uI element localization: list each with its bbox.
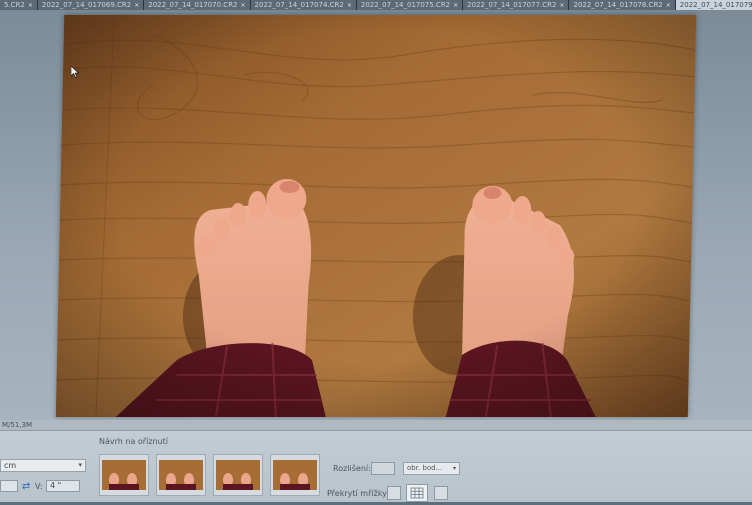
tab-label: 2022_07_14_017077.CR2 [467,1,557,9]
grid-icon [410,487,424,499]
document-tab[interactable]: 2022_07_14_017070.CR2 × [144,0,251,10]
height-value: 4 " [50,481,62,490]
resolution-unit-value: obr. bod... [407,464,443,472]
tab-label: 2022_07_14_017070.CR2 [148,1,238,9]
grid-overlay-label: Překrytí mřížky: [327,489,389,498]
crop-suggestion-thumb[interactable] [213,454,263,496]
thumb-image [273,460,317,490]
document-tab-active[interactable]: 2022_07_14_017079.CR2 @ 28 [675,0,752,10]
mouse-pointer-icon [71,66,79,78]
grid-none-button[interactable] [387,486,401,500]
document-canvas[interactable] [0,10,752,422]
grid-fine-button[interactable] [434,486,448,500]
document-tab-strip: 5.CR2 × 2022_07_14_017069.CR2 × 2022_07_14… [0,0,752,10]
thumb-image [102,460,146,490]
close-icon[interactable]: × [28,2,33,9]
swap-dimensions-icon[interactable]: ⇄ [22,481,30,492]
document-tab[interactable]: 2022_07_14_017074.CR2 × [250,0,357,10]
resolution-unit-dropdown[interactable]: obr. bod... ▾ [403,462,460,475]
close-icon[interactable]: × [241,2,246,9]
tab-label: 2022_07_14_017075.CR2 [360,1,451,9]
thumb-image [159,460,203,490]
close-icon[interactable]: × [666,2,671,9]
resolution-field[interactable] [371,462,395,475]
chevron-down-icon: ▾ [78,461,82,469]
photo-feet-on-wood-floor[interactable] [55,15,697,417]
crop-suggestion-thumb[interactable] [270,454,320,496]
v-label: V: [35,482,43,491]
chevron-down-icon: ▾ [452,465,456,472]
tab-label: 2022_07_14_017079.CR2 @ 28 [679,1,752,9]
unit-dropdown[interactable]: cm ▾ [0,459,86,472]
crop-options-panel: cm ▾ ⇄ V: 4 " Návrh na oříznutí Rozlišen… [0,430,752,502]
document-tab[interactable]: 2022_07_14_017077.CR2 × [463,0,570,10]
unit-value: cm [4,461,17,470]
document-size-readout: M/51,3M [2,421,33,429]
tab-label: 2022_07_14_017074.CR2 [254,1,344,9]
crop-suggestion-label: Návrh na oříznutí [99,437,169,446]
document-tab[interactable]: 2022_07_14_017075.CR2 × [356,0,464,10]
tab-label: 2022_07_14_017078.CR2 [573,1,663,9]
document-tab[interactable]: 2022_07_14_017078.CR2 × [569,0,676,10]
tab-label: 2022_07_14_017069.CR2 [41,1,132,9]
close-icon[interactable]: × [453,2,458,9]
crop-suggestion-thumb[interactable] [156,454,206,496]
crop-suggestion-thumb[interactable] [99,454,149,496]
document-tab[interactable]: 5.CR2 × [0,0,38,10]
close-icon[interactable]: × [134,2,139,9]
document-tab[interactable]: 2022_07_14_017069.CR2 × [37,0,145,10]
thumb-image [216,460,260,490]
close-icon[interactable]: × [347,2,352,9]
close-icon[interactable]: × [559,2,564,9]
crop-suggestion-thumbnails [99,454,320,496]
height-field[interactable]: 4 " [46,480,80,492]
resolution-label: Rozlišení: [333,464,371,473]
photo-image [55,15,697,417]
status-bar: M/51,3M [0,420,752,430]
grid-thirds-button[interactable] [406,484,428,502]
tab-label: 5.CR2 [4,1,25,9]
width-field[interactable] [0,480,18,492]
